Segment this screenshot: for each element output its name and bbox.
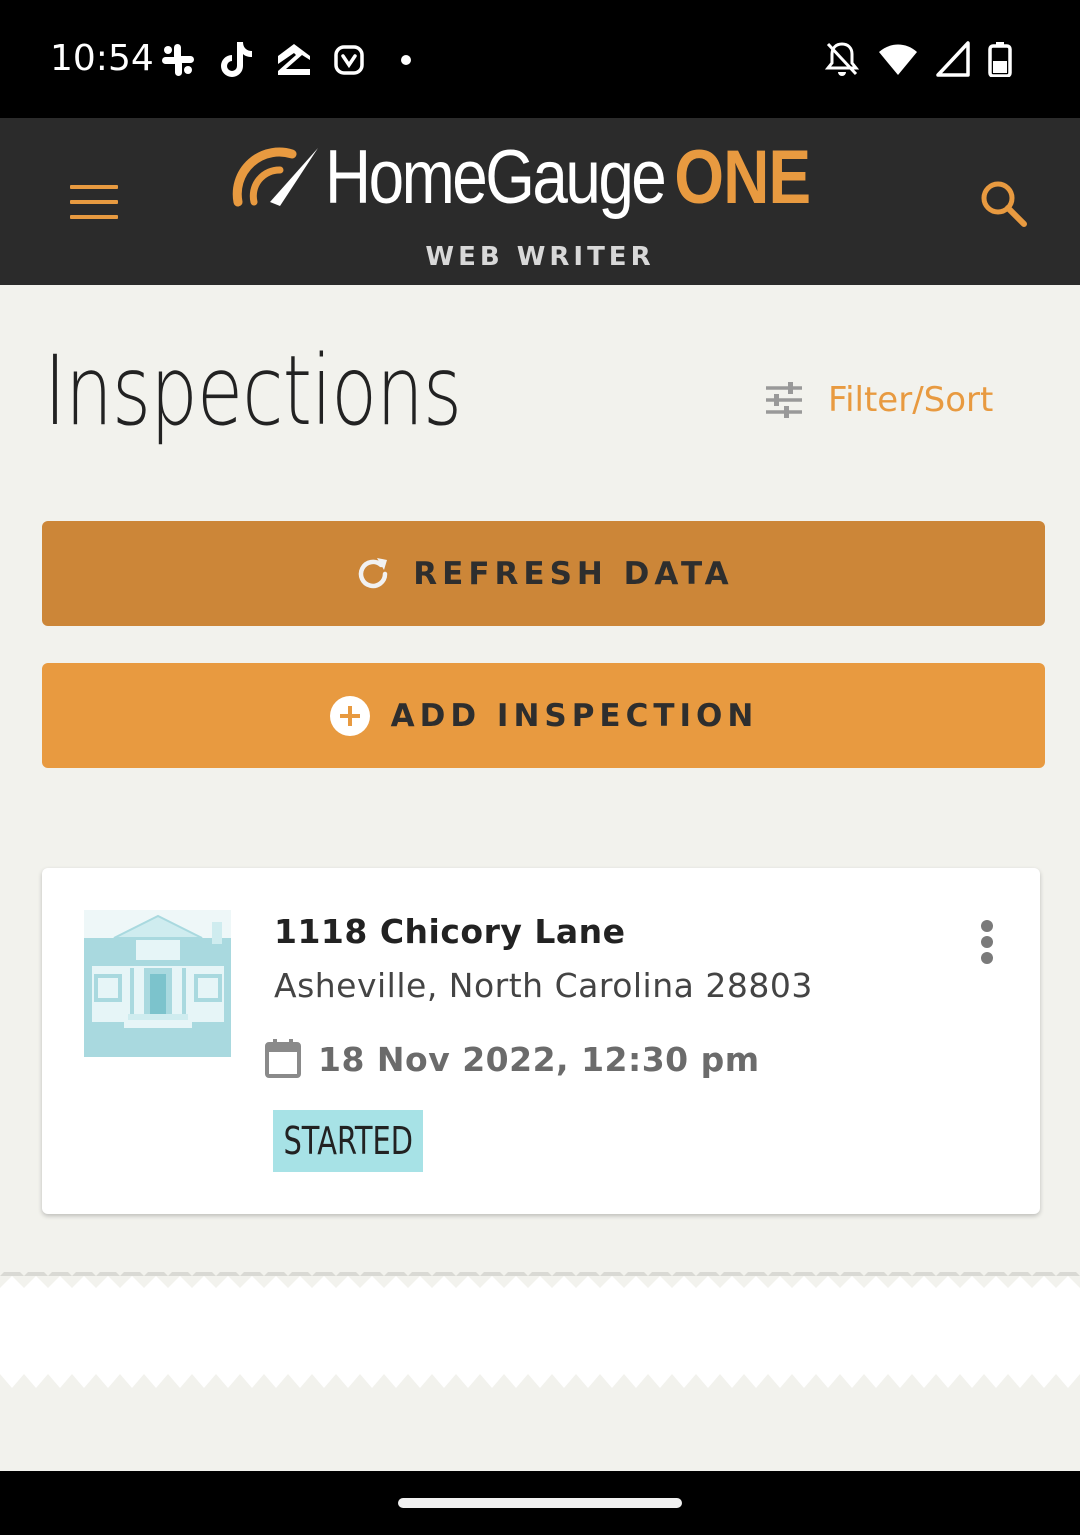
house-thumbnail xyxy=(84,910,231,1057)
inspection-date-row: 18 Nov 2022, 12:30 pm xyxy=(264,1038,760,1080)
house-illustration-icon xyxy=(84,910,231,1057)
filter-sort-button[interactable]: Filter/Sort xyxy=(764,380,993,420)
battery-icon xyxy=(988,42,1012,77)
brand-name-text: HomeGauge xyxy=(325,135,667,220)
app-icon xyxy=(334,45,364,75)
brand-suffix: ONE xyxy=(674,135,811,220)
slack-icon xyxy=(162,44,194,76)
inspection-address: 1118 Chicory Lane xyxy=(274,912,626,951)
tune-icon xyxy=(766,382,802,418)
home-gesture-handle[interactable] xyxy=(398,1498,682,1508)
status-badge-label: STARTED xyxy=(283,1119,413,1163)
brand-name: HomeGauge ONE xyxy=(325,135,811,220)
signal-icon xyxy=(936,41,970,77)
status-right-icons xyxy=(824,40,1012,78)
inspection-card[interactable]: 1118 Chicory Lane Asheville, North Carol… xyxy=(42,868,1040,1214)
page-title: Inspections xyxy=(44,335,462,447)
dot-icon xyxy=(401,55,411,65)
bell-off-icon xyxy=(824,42,860,76)
hamburger-menu-icon[interactable] xyxy=(70,185,118,219)
brand-subtitle: WEB WRITER xyxy=(425,242,655,272)
navigation-bar xyxy=(0,1471,1080,1535)
refresh-icon xyxy=(359,557,388,588)
app-logo: HomeGauge ONE WEB WRITER xyxy=(230,135,860,272)
more-options-icon[interactable] xyxy=(972,918,1002,966)
refresh-data-button[interactable]: REFRESH DATA xyxy=(42,521,1045,626)
app-header: HomeGauge ONE WEB WRITER xyxy=(0,118,1080,285)
inspection-datetime: 18 Nov 2022, 12:30 pm xyxy=(318,1039,760,1079)
status-badge: STARTED xyxy=(273,1110,423,1172)
wifi-icon xyxy=(879,44,917,75)
filter-sort-label: Filter/Sort xyxy=(828,380,994,420)
add-inspection-label: ADD INSPECTION xyxy=(390,697,759,734)
zillow-icon xyxy=(278,44,310,75)
search-icon[interactable] xyxy=(978,178,1028,228)
tiktok-icon xyxy=(221,42,252,77)
gauge-logo-icon xyxy=(232,147,318,207)
screen: 10:54 HomeGauge ONE WEB WRITER Inspectio… xyxy=(0,0,1080,1535)
add-circle-icon xyxy=(329,695,370,736)
add-inspection-button[interactable]: ADD INSPECTION xyxy=(42,663,1045,768)
status-left-icons xyxy=(160,40,416,80)
status-time: 10:54 xyxy=(50,38,154,79)
refresh-data-label: REFRESH DATA xyxy=(413,555,734,592)
torn-paper-decoration xyxy=(0,1272,1080,1388)
status-bar: 10:54 xyxy=(0,0,1080,118)
inspection-city-line: Asheville, North Carolina 28803 xyxy=(274,966,813,1005)
calendar-icon xyxy=(265,1039,301,1078)
